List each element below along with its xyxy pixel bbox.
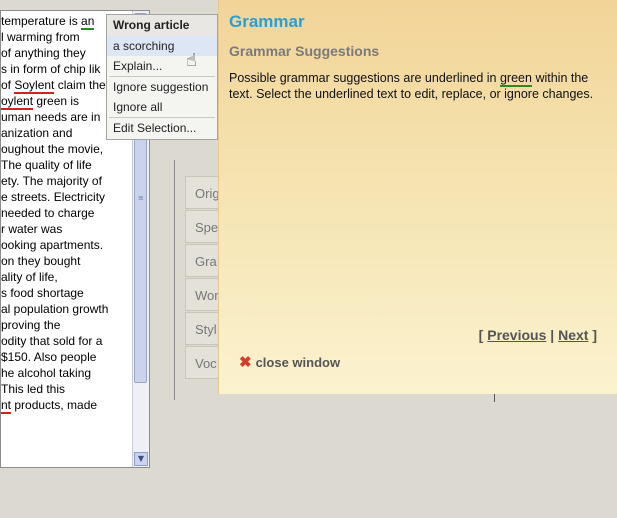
suggestion-item[interactable]: a scorching — [107, 36, 217, 56]
editor-line: nt products, made — [1, 397, 133, 414]
close-window-label: close window — [255, 355, 341, 370]
editor-line: ooking apartments. — [1, 237, 133, 253]
line-text: ality of life, — [1, 270, 58, 284]
line-text: e streets. Electricity — [1, 190, 106, 204]
line-text: anization and — [1, 126, 73, 140]
line-text: r water was — [1, 222, 63, 236]
editor-line: $150. Also people — [1, 349, 133, 365]
editor-line: r water was — [1, 221, 133, 237]
line-text: temperature is — [1, 14, 82, 28]
edit-selection-item[interactable]: Edit Selection... — [107, 118, 217, 138]
spelling-underlined-word[interactable]: nt — [1, 398, 12, 414]
line-text: he alcohol taking — [1, 366, 92, 380]
next-link[interactable]: Next — [558, 327, 588, 343]
ignore-all-item[interactable]: Ignore all — [107, 97, 217, 117]
line-text: This led this — [1, 382, 66, 396]
help-body: Possible grammar suggestions are underli… — [229, 70, 614, 102]
previous-link[interactable]: Previous — [487, 327, 546, 343]
help-body-text: Possible grammar suggestions are underli… — [229, 71, 500, 85]
hand-cursor-icon: ☝ — [186, 50, 197, 71]
line-text: ety. The majority of — [1, 174, 102, 188]
line-text: green is — [33, 94, 80, 108]
line-text: on they bought — [1, 254, 81, 268]
editor-line: ety. The majority of — [1, 173, 133, 189]
line-text: uman needs are in — [1, 110, 101, 124]
editor-line: needed to charge — [1, 205, 133, 221]
help-title: Grammar — [229, 12, 305, 31]
editor-line: proving the — [1, 317, 133, 333]
editor-line: The quality of life — [1, 157, 133, 173]
line-text: products, made — [11, 398, 98, 412]
grammar-help-window: Grammar Grammar Suggestions Possible gra… — [218, 0, 617, 394]
line-text: al population growth — [1, 302, 109, 316]
editor-line: he alcohol taking — [1, 365, 133, 381]
editor-line: ality of life, — [1, 269, 133, 285]
scroll-down-button[interactable]: ▼ — [134, 452, 148, 466]
spelling-underlined-word[interactable]: Soylent — [14, 78, 55, 94]
editor-line: odity that sold for a — [1, 333, 133, 349]
line-text: s food shortage — [1, 286, 84, 300]
ignore-suggestion-item[interactable]: Ignore suggestion — [107, 77, 217, 97]
explain-item[interactable]: Explain... — [107, 56, 217, 76]
line-text: oughout the movie, — [1, 142, 104, 156]
pager-bracket-open: [ — [478, 327, 484, 343]
editor-line: on they bought — [1, 253, 133, 269]
editor-line: s food shortage — [1, 285, 133, 301]
line-text: l warming from — [1, 30, 80, 44]
grip-icon: ≡ — [138, 194, 144, 202]
line-text: s in form of chip lik — [1, 62, 101, 76]
help-subtitle: Grammar Suggestions — [229, 43, 380, 59]
editor-line: e streets. Electricity — [1, 189, 133, 205]
green-example-word: green — [499, 71, 532, 87]
line-text: The quality of life — [1, 158, 92, 172]
context-menu-title: Wrong article — [107, 15, 217, 36]
pager: [ Previous | Next ] — [479, 327, 597, 343]
spelling-underlined-word[interactable]: oylent — [1, 94, 34, 110]
close-window-button[interactable]: ✖ close window — [239, 353, 340, 371]
panel-divider — [174, 160, 175, 400]
grammar-underlined-word[interactable]: an — [81, 14, 95, 30]
editor-line: This led this — [1, 381, 133, 397]
line-text: of anything they — [1, 46, 86, 60]
line-text: ooking apartments. — [1, 238, 104, 252]
close-icon: ✖ — [239, 354, 252, 371]
pager-separator: | — [550, 327, 555, 343]
line-text: of — [1, 78, 15, 92]
line-text: proving the — [1, 318, 61, 332]
pager-bracket-close: ] — [592, 327, 597, 343]
editor-line: oughout the movie, — [1, 141, 133, 157]
line-text: $150. Also people — [1, 350, 97, 364]
line-text: odity that sold for a — [1, 334, 103, 348]
line-text: needed to charge — [1, 206, 95, 220]
editor-line: al population growth — [1, 301, 133, 317]
line-text: claim the — [54, 78, 106, 92]
context-menu: Wrong article a scorching Explain... Ign… — [106, 14, 218, 140]
